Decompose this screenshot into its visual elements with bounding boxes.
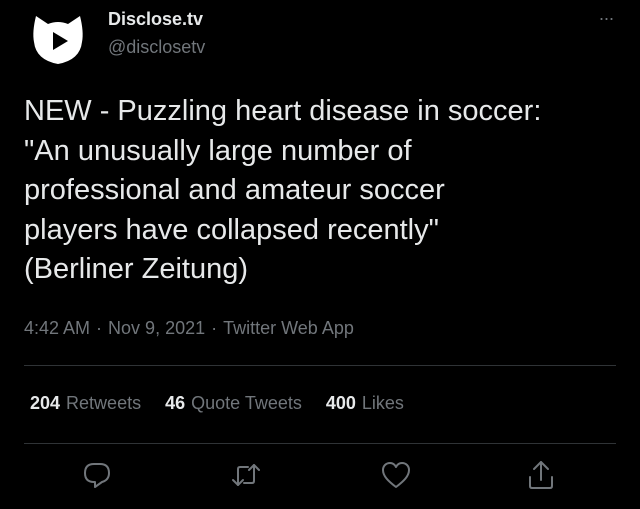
author-names: Disclose.tv @disclosetv bbox=[108, 8, 205, 58]
heart-icon bbox=[382, 462, 410, 488]
display-name[interactable]: Disclose.tv bbox=[108, 8, 205, 30]
retweets-stat[interactable]: 204 Retweets bbox=[30, 391, 141, 415]
tweet-text: NEW - Puzzling heart disease in soccer: … bbox=[24, 95, 542, 285]
reply-icon bbox=[84, 463, 110, 488]
meta-separator: · bbox=[211, 318, 218, 338]
tweet-actions bbox=[0, 455, 640, 495]
quote-tweets-stat[interactable]: 46 Quote Tweets bbox=[165, 391, 302, 415]
avatar[interactable] bbox=[30, 12, 86, 68]
more-options-icon[interactable]: ··· bbox=[594, 8, 618, 28]
tweet-card: Disclose.tv @disclosetv ··· NEW - Puzzli… bbox=[0, 0, 640, 509]
reply-button[interactable] bbox=[81, 459, 113, 491]
share-icon bbox=[529, 461, 553, 489]
retweets-count: 204 bbox=[30, 393, 61, 413]
disclose-tv-logo-icon bbox=[33, 16, 83, 64]
retweet-icon bbox=[232, 464, 260, 486]
divider bbox=[24, 365, 616, 366]
likes-stat[interactable]: 400 Likes bbox=[326, 391, 404, 415]
tweet-date[interactable]: Nov 9, 2021 bbox=[108, 318, 205, 338]
retweets-label: Retweets bbox=[66, 393, 142, 413]
retweet-button[interactable] bbox=[230, 459, 262, 491]
tweet-time[interactable]: 4:42 AM bbox=[24, 318, 90, 338]
likes-label: Likes bbox=[361, 393, 404, 413]
likes-count: 400 bbox=[325, 393, 356, 413]
quote-tweets-count: 46 bbox=[165, 393, 186, 413]
like-button[interactable] bbox=[380, 459, 412, 491]
divider bbox=[24, 443, 616, 444]
tweet-source[interactable]: Twitter Web App bbox=[223, 318, 354, 338]
share-button[interactable] bbox=[525, 459, 557, 491]
engagement-stats: 204 Retweets 46 Quote Tweets 400 Likes bbox=[30, 391, 428, 415]
quote-tweets-label: Quote Tweets bbox=[191, 393, 302, 413]
meta-separator: · bbox=[96, 318, 103, 338]
user-handle[interactable]: @disclosetv bbox=[108, 36, 205, 58]
tweet-meta: 4:42 AM · Nov 9, 2021 · Twitter Web App bbox=[24, 316, 354, 340]
tweet-header: Disclose.tv @disclosetv ··· bbox=[30, 8, 620, 68]
